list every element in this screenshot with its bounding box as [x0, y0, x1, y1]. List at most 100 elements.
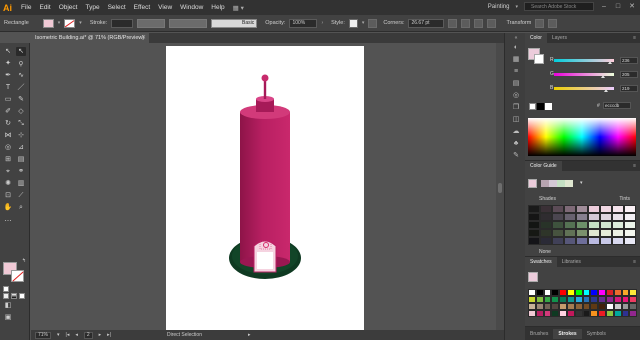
- first-artboard-icon[interactable]: |◂: [66, 332, 70, 338]
- mesh-tool-icon[interactable]: ⊞: [3, 155, 13, 164]
- artboard-tool-icon[interactable]: ⊡: [3, 191, 13, 200]
- chevron-down-icon[interactable]: ▾: [79, 20, 82, 26]
- lasso-tool-icon[interactable]: ϙ: [16, 59, 26, 68]
- panel-menu-icon[interactable]: ≡: [633, 163, 636, 169]
- menu-edit[interactable]: Edit: [39, 4, 50, 11]
- green-slider-knob[interactable]: [601, 74, 605, 78]
- tab-symbols[interactable]: Symbols: [582, 329, 611, 339]
- blue-slider[interactable]: [554, 86, 614, 92]
- column-graph-tool-icon[interactable]: ▥: [16, 179, 26, 188]
- minimize-icon[interactable]: –: [600, 3, 608, 11]
- panel-menu-icon[interactable]: ≡: [633, 35, 636, 41]
- color-panel-icon[interactable]: ◐: [511, 43, 521, 53]
- brush-style-button[interactable]: Basic: [211, 18, 258, 28]
- graphic-styles-icon[interactable]: ◫: [511, 115, 521, 125]
- prev-artboard-icon[interactable]: ◂: [75, 332, 78, 338]
- close-icon[interactable]: ✕: [141, 33, 146, 43]
- shaper-tool-icon[interactable]: ✐: [3, 107, 13, 116]
- width-tool-icon[interactable]: ⋈: [3, 131, 13, 140]
- distribute-icon[interactable]: [487, 18, 497, 28]
- draw-mode-icon[interactable]: ◧: [3, 301, 13, 310]
- base-color-swatch[interactable]: [528, 179, 537, 188]
- harmony-swatches[interactable]: [541, 180, 573, 187]
- symbol-sprayer-tool-icon[interactable]: ✺: [3, 179, 13, 188]
- blend-tool-icon[interactable]: ⚭: [16, 167, 26, 176]
- zoom-field[interactable]: 71%: [35, 331, 52, 339]
- tab-swatches[interactable]: Swatches: [525, 257, 557, 267]
- chevron-down-icon[interactable]: ▾: [58, 20, 61, 26]
- eraser-tool-icon[interactable]: ◇: [16, 107, 26, 116]
- maximize-icon[interactable]: □: [614, 3, 622, 11]
- panel-menu-icon[interactable]: [548, 18, 558, 28]
- green-value-field[interactable]: 205: [620, 70, 638, 78]
- chevron-right-icon[interactable]: ›: [321, 20, 323, 26]
- black-swatch[interactable]: [537, 103, 544, 110]
- free-transform-tool-icon[interactable]: ⊹: [16, 131, 26, 140]
- swap-fill-stroke-icon[interactable]: ↰: [19, 257, 29, 266]
- color-guide-grid[interactable]: [528, 205, 638, 245]
- stroke-panel-icon[interactable]: ≡: [511, 67, 521, 77]
- chevron-down-icon[interactable]: ▾: [57, 332, 60, 338]
- green-slider[interactable]: [554, 72, 614, 78]
- menu-help[interactable]: Help: [211, 4, 224, 11]
- close-icon[interactable]: ✕: [628, 3, 636, 11]
- pen-tool-icon[interactable]: ✒: [3, 71, 13, 80]
- shape-options-icon[interactable]: [461, 18, 471, 28]
- isolate-icon[interactable]: [535, 18, 545, 28]
- rectangle-tool-icon[interactable]: ▭: [3, 95, 13, 104]
- stroke-swatch[interactable]: [64, 18, 76, 28]
- symbols-panel-icon[interactable]: ♣: [511, 139, 521, 149]
- artboard-number-field[interactable]: 2: [83, 331, 93, 339]
- stroke-color-swatch[interactable]: [11, 270, 24, 282]
- curvature-tool-icon[interactable]: ∿: [16, 71, 26, 80]
- stroke-weight-field[interactable]: [111, 18, 134, 28]
- workspace-switcher[interactable]: Painting: [488, 4, 510, 10]
- menu-object[interactable]: Object: [59, 4, 78, 11]
- tab-libraries[interactable]: Libraries: [557, 257, 586, 267]
- chevron-right-icon[interactable]: ▸: [248, 332, 251, 338]
- next-artboard-icon[interactable]: ▸: [99, 332, 102, 338]
- opacity-field[interactable]: 100%: [289, 18, 318, 28]
- graphic-style-swatch[interactable]: [348, 18, 358, 28]
- align-objects-icon[interactable]: [474, 18, 484, 28]
- last-artboard-icon[interactable]: ▸|: [107, 332, 111, 338]
- red-slider[interactable]: [554, 58, 614, 64]
- swatches-panel-icon[interactable]: ▦: [511, 55, 521, 65]
- slice-tool-icon[interactable]: ⟋: [16, 191, 26, 200]
- color-mode-icon[interactable]: [3, 293, 9, 299]
- paintbrush-tool-icon[interactable]: ✎: [16, 95, 26, 104]
- panel-menu-icon[interactable]: ≡: [633, 259, 636, 265]
- menu-effect[interactable]: Effect: [134, 4, 151, 11]
- none-mode-icon[interactable]: [19, 293, 25, 299]
- menu-window[interactable]: Window: [180, 4, 203, 11]
- swatches-grid[interactable]: [528, 289, 638, 317]
- hand-tool-icon[interactable]: ✋: [3, 203, 13, 212]
- line-tool-icon[interactable]: ／: [16, 83, 26, 92]
- gradient-tool-icon[interactable]: ▤: [16, 155, 26, 164]
- gradient-mode-icon[interactable]: [11, 293, 17, 299]
- blue-value-field[interactable]: 219: [620, 84, 638, 92]
- red-value-field[interactable]: 236: [620, 56, 638, 64]
- type-tool-icon[interactable]: T: [3, 83, 13, 92]
- selection-tool-icon[interactable]: ↖: [3, 47, 13, 56]
- tab-layers[interactable]: Layers: [547, 33, 572, 43]
- arrange-documents-icon[interactable]: ▦ ▾: [233, 4, 244, 12]
- recolor-artwork-icon[interactable]: [368, 18, 378, 28]
- canvas-area[interactable]: [31, 43, 496, 330]
- align-icon[interactable]: [448, 18, 458, 28]
- vertical-scrollbar[interactable]: [496, 43, 504, 330]
- scrollbar-thumb[interactable]: [498, 183, 502, 193]
- harmony-dropdown-icon[interactable]: ▾: [580, 180, 583, 186]
- white-swatch[interactable]: [545, 103, 552, 110]
- screen-mode-icon[interactable]: ▣: [3, 313, 13, 322]
- zoom-tool-icon[interactable]: ⌕: [16, 203, 26, 212]
- document-tab[interactable]: Isometric Building.ai* @ 71% (RGB/Previe…: [31, 33, 149, 43]
- scale-tool-icon[interactable]: ⤡: [16, 119, 26, 128]
- stock-search-input[interactable]: Search Adobe Stock: [524, 2, 594, 11]
- libraries-panel-icon[interactable]: ☁: [511, 127, 521, 137]
- corners-field[interactable]: 26.67 pt: [408, 18, 445, 28]
- blue-slider-knob[interactable]: [604, 88, 608, 92]
- hex-value-field[interactable]: ecccdb: [603, 102, 631, 109]
- menu-file[interactable]: File: [21, 4, 31, 11]
- menu-view[interactable]: View: [158, 4, 172, 11]
